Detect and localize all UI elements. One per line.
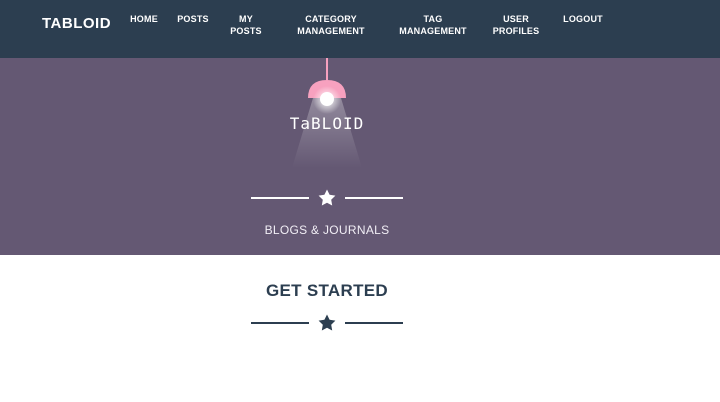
- nav-posts[interactable]: POSTS: [174, 13, 212, 25]
- nav-category-management[interactable]: CATEGORY MANAGEMENT: [294, 13, 368, 37]
- star-icon: [318, 314, 336, 331]
- hero-logo-text: TaBLOID: [289, 114, 365, 133]
- section-title: GET STARTED: [266, 281, 388, 300]
- nav-logout[interactable]: LOGOUT: [561, 13, 605, 25]
- nav-my-posts[interactable]: MY POSTS: [228, 13, 264, 37]
- nav-home[interactable]: HOME: [128, 13, 160, 25]
- section-divider: [251, 314, 403, 331]
- navbar: TABLOID HOME POSTS MY POSTS CATEGORY MAN…: [0, 0, 720, 58]
- hero-banner: TaBLOID BLOGS & JOURNALS: [0, 58, 720, 255]
- star-icon: [318, 189, 336, 206]
- nav-tag-management[interactable]: TAG MANAGEMENT: [397, 13, 469, 37]
- hero-subtitle: BLOGS & JOURNALS: [264, 223, 390, 237]
- nav-user-profiles[interactable]: USER PROFILES: [491, 13, 541, 37]
- hero-divider: [251, 189, 403, 206]
- brand-logo[interactable]: TABLOID: [42, 15, 111, 32]
